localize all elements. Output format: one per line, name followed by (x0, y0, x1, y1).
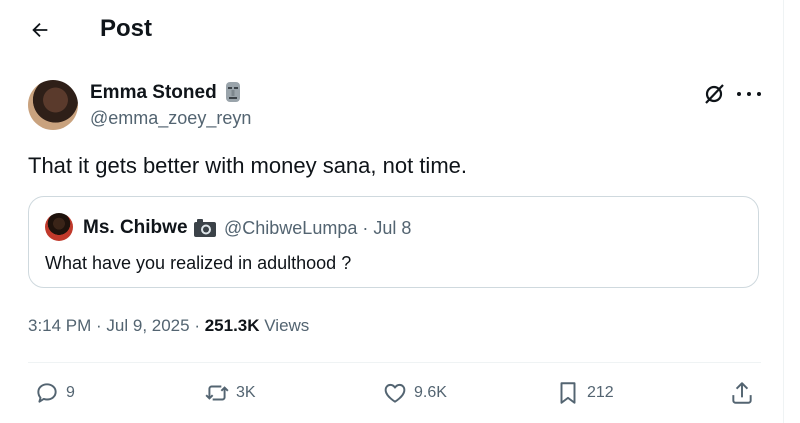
post-text: That it gets better with money sana, not… (28, 153, 467, 178)
moai-emoji-icon (226, 82, 240, 102)
repost-count: 3K (236, 384, 256, 401)
like-count: 9.6K (414, 384, 447, 401)
post-meta: 3:14 PM · Jul 9, 2025 · 251.3K Views (28, 315, 309, 337)
reply-count: 9 (66, 384, 75, 401)
quoted-post[interactable]: Ms. Chibwe @ChibweLumpa · Jul 8 What hav… (28, 196, 759, 288)
bookmark-icon (560, 382, 576, 404)
views-label: Views (259, 316, 310, 335)
repost-button[interactable]: 3K (204, 378, 256, 408)
heart-icon (384, 383, 406, 403)
quoted-author-handle-date[interactable]: @ChibweLumpa · Jul 8 (224, 216, 411, 240)
post-detail-panel: Post Emma Stoned @emma_zoey_reyn That it… (0, 0, 784, 423)
grok-icon[interactable] (703, 83, 725, 105)
quoted-post-text: What have you realized in adulthood ? (45, 253, 352, 273)
page-title: Post (100, 15, 153, 42)
quoted-author-name[interactable]: Ms. Chibwe (83, 216, 188, 240)
repost-icon (205, 385, 229, 401)
arrow-left-icon (32, 22, 48, 38)
bookmark-count: 212 (587, 384, 614, 401)
views-count: 251.3K (204, 316, 260, 335)
reply-icon (37, 383, 57, 403)
more-options-icon[interactable] (737, 83, 761, 105)
quoted-author-avatar[interactable] (45, 213, 73, 241)
post-timestamp[interactable]: 3:14 PM · Jul 9, 2025 · (28, 316, 205, 335)
page-header: Post (0, 0, 783, 60)
author-avatar[interactable] (28, 80, 78, 130)
author-handle[interactable]: @emma_zoey_reyn (90, 107, 251, 129)
share-button[interactable] (729, 378, 755, 408)
bookmark-button[interactable]: 212 (555, 378, 614, 408)
reply-button[interactable]: 9 (34, 378, 75, 408)
divider (28, 362, 761, 363)
camera-emoji-icon (194, 219, 216, 237)
like-button[interactable]: 9.6K (382, 378, 447, 408)
author-display-name[interactable]: Emma Stoned (90, 81, 217, 105)
back-button[interactable] (22, 12, 58, 48)
share-icon (732, 382, 752, 404)
